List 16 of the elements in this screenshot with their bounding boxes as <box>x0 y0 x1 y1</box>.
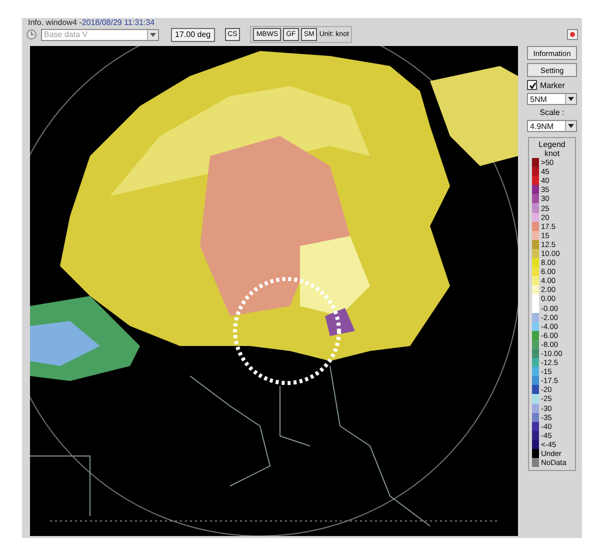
range-select[interactable]: 5NM <box>527 93 577 105</box>
caret-icon <box>568 97 574 101</box>
clock-icon <box>26 29 37 40</box>
marker-checkbox[interactable]: Marker <box>527 80 577 90</box>
caret-icon <box>568 124 574 128</box>
angle-field[interactable]: 17.00 deg <box>171 28 215 42</box>
window-title: Info. window4 - <box>28 18 82 27</box>
app-icon[interactable] <box>567 29 578 40</box>
legend-unit: knot <box>544 149 560 158</box>
legend-title: Legend <box>538 140 566 149</box>
checkbox[interactable] <box>527 80 537 90</box>
caret-icon <box>150 32 156 36</box>
scale-label: Scale : <box>540 108 564 117</box>
window-datetime: 2018/08/29 11:31:34 <box>82 18 155 27</box>
scale-select[interactable]: 4.9NM <box>527 120 577 132</box>
check-icon <box>528 82 536 88</box>
